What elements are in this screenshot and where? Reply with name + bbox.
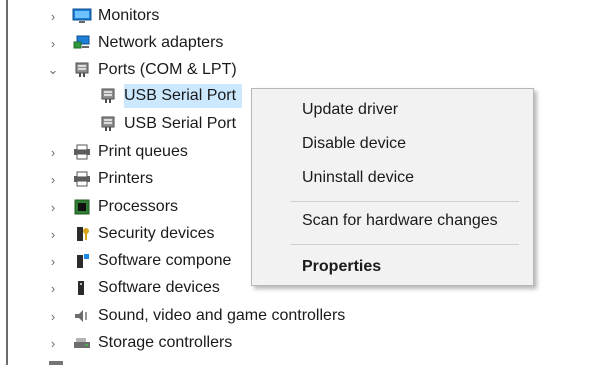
device-context-menu: Update driver Disable device Uninstall d… (251, 88, 534, 286)
tree-item-print-queues[interactable]: › Print queues (46, 139, 194, 165)
tree-item-label: USB Serial Port (124, 115, 237, 132)
tree-item-label-wrap[interactable]: Print queues (98, 140, 194, 164)
tree-item-printers[interactable]: › Printers (46, 166, 159, 192)
tree-item-label-wrap[interactable]: USB Serial Port (124, 112, 242, 136)
tree-item-label: Security devices (98, 225, 215, 242)
menu-item-scan-hardware-changes[interactable]: Scan for hardware changes (302, 208, 498, 234)
network-adapter-icon (72, 33, 92, 53)
chevron-right-icon[interactable]: › (46, 227, 60, 242)
tree-item-usb-serial-port-2[interactable]: USB Serial Port (98, 111, 242, 137)
tree-item-label: Software compone (98, 252, 232, 269)
tree-item-monitors[interactable]: › Monitors (46, 3, 165, 29)
menu-item-properties[interactable]: Properties (302, 254, 381, 280)
chevron-down-icon[interactable]: ⌄ (46, 62, 60, 77)
tree-item-usb-serial-port-1[interactable]: USB Serial Port (98, 83, 243, 109)
tree-item-storage-controllers[interactable]: › Storage controllers (46, 330, 238, 356)
tree-item-sound-video-game-controllers[interactable]: › Sound, video and game controllers (46, 303, 351, 329)
tree-item-label-wrap[interactable]: Printers (98, 167, 159, 191)
chevron-right-icon[interactable]: › (46, 172, 60, 187)
port-icon (98, 86, 118, 106)
tree-item-label-wrap[interactable]: Processors (98, 195, 184, 219)
tree-item-label: Print queues (98, 143, 188, 160)
chevron-right-icon[interactable]: › (46, 254, 60, 269)
security-device-icon (72, 224, 92, 244)
software-device-icon (72, 278, 92, 298)
software-component-icon (72, 251, 92, 271)
chevron-right-icon[interactable]: › (46, 281, 60, 296)
tree-item-label-wrap[interactable]: Storage controllers (98, 331, 238, 355)
menu-item-update-driver[interactable]: Update driver (302, 97, 398, 123)
menu-separator (290, 201, 519, 202)
tree-item-label: Storage controllers (98, 334, 233, 351)
device-manager-window: › Monitors › Network adapters ⌄ Ports (C… (0, 0, 602, 365)
speaker-icon (72, 306, 92, 326)
tree-item-label-wrap[interactable]: Sound, video and game controllers (98, 304, 351, 328)
chevron-right-icon[interactable]: › (46, 36, 60, 51)
tree-item-label-wrap[interactable]: Network adapters (98, 31, 229, 55)
printer-icon (72, 169, 92, 189)
chevron-right-icon[interactable]: › (46, 336, 60, 351)
tree-item-label: Ports (COM & LPT) (98, 61, 237, 78)
chevron-right-icon[interactable]: › (46, 9, 60, 24)
printer-icon (72, 142, 92, 162)
tree-item-label-wrap[interactable]: Monitors (98, 4, 165, 28)
tree-item-label-wrap[interactable]: Software devices (98, 276, 226, 300)
tree-item-ports[interactable]: ⌄ Ports (COM & LPT) (46, 57, 243, 83)
processor-icon (72, 197, 92, 217)
chevron-right-icon[interactable]: › (46, 309, 60, 324)
tree-item-label-wrap[interactable]: USB Serial Port (124, 84, 243, 108)
tree-item-label-wrap[interactable]: Security devices (98, 222, 221, 246)
tree-item-label: Monitors (98, 7, 160, 24)
tree-item-label: USB Serial Port (124, 87, 237, 104)
tree-item-label: Printers (98, 170, 154, 187)
menu-separator (290, 244, 519, 245)
tree-item-label: Processors (98, 198, 179, 215)
chevron-right-icon[interactable]: › (46, 145, 60, 160)
tree-item-label: Network adapters (98, 34, 224, 51)
tree-item-label-wrap[interactable]: Software compone (98, 249, 237, 273)
chevron-right-icon[interactable]: › (46, 200, 60, 215)
tree-item-label: Sound, video and game controllers (98, 307, 346, 324)
tree-item-software-devices[interactable]: › Software devices (46, 275, 226, 301)
tree-item-network-adapters[interactable]: › Network adapters (46, 30, 229, 56)
port-icon (72, 60, 92, 80)
port-icon (98, 114, 118, 134)
system-device-icon (46, 358, 66, 365)
tree-item-label: Software devices (98, 279, 220, 296)
monitor-icon (72, 6, 92, 26)
tree-item-label-wrap[interactable]: Ports (COM & LPT) (98, 58, 243, 82)
menu-item-disable-device[interactable]: Disable device (302, 131, 406, 157)
tree-item-security-devices[interactable]: › Security devices (46, 221, 221, 247)
storage-controller-icon (72, 333, 92, 353)
clipped-tree-row (46, 358, 226, 365)
tree-item-processors[interactable]: › Processors (46, 194, 184, 220)
menu-item-uninstall-device[interactable]: Uninstall device (302, 165, 414, 191)
tree-item-software-components[interactable]: › Software compone (46, 248, 237, 274)
